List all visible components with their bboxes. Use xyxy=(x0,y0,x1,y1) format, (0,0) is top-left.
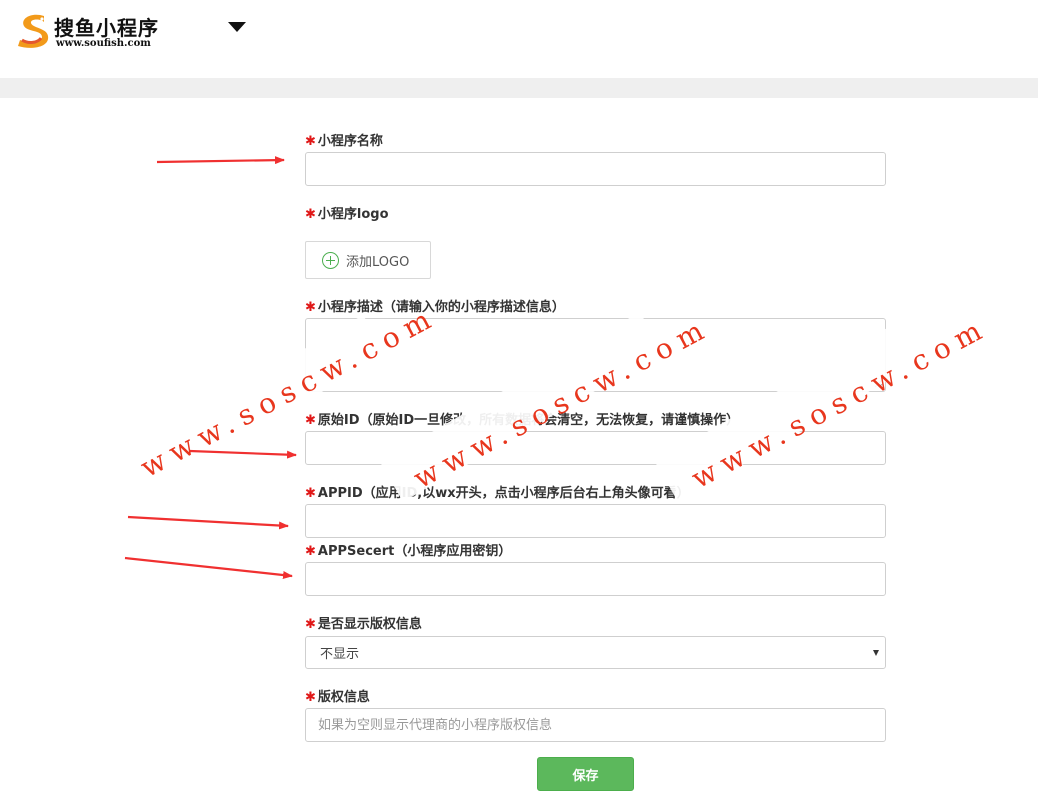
copyright-label: ✱ 版权信息 xyxy=(305,690,370,705)
plus-circle-icon xyxy=(322,251,339,269)
required-mark: ✱ xyxy=(305,486,316,501)
fish-logo-icon xyxy=(18,14,49,48)
logo-label: ✱ 小程序logo xyxy=(305,207,389,222)
appid-label: ✱ APPID（应用ID,以wx开头，点击小程序后台右上角头像可看） xyxy=(305,486,690,501)
name-input[interactable] xyxy=(305,152,886,186)
show-copyright-select[interactable]: 不显示 xyxy=(305,636,886,669)
caret-down-icon[interactable] xyxy=(228,22,246,32)
resize-grip-icon[interactable] xyxy=(873,378,883,388)
original-id-label: ✱ 原始ID（原始ID一旦修改，所有数据将会清空，无法恢复，请谨慎操作） xyxy=(305,413,740,428)
show-copyright-label: ✱ 是否显示版权信息 xyxy=(305,617,422,632)
brand-url: www.soufish.com xyxy=(56,38,151,49)
description-textarea[interactable] xyxy=(305,318,886,392)
required-mark: ✱ xyxy=(305,617,316,632)
arrow-icon xyxy=(156,156,285,165)
required-mark: ✱ xyxy=(305,690,316,705)
annotation-overlay: www.soscw.com www.soscw.com www.soscw.co… xyxy=(0,0,1038,801)
description-label: ✱ 小程序描述（请输入你的小程序描述信息） xyxy=(305,300,565,315)
top-header: 搜鱼小程序 www.soufish.com xyxy=(0,0,1038,78)
add-logo-label: 添加LOGO xyxy=(346,254,410,270)
appid-input[interactable] xyxy=(305,504,886,538)
arrow-icon xyxy=(189,449,297,459)
arrow-icon xyxy=(127,515,289,530)
name-label: ✱ 小程序名称 xyxy=(305,134,383,149)
original-id-input[interactable] xyxy=(305,431,886,465)
required-mark: ✱ xyxy=(305,134,316,149)
header-divider xyxy=(0,78,1038,98)
show-copyright-selected: 不显示 xyxy=(320,647,360,662)
appsecret-label: ✱ APPSecert（小程序应用密钥） xyxy=(305,544,512,559)
required-mark: ✱ xyxy=(305,207,316,222)
arrow-annotations xyxy=(124,156,297,580)
arrow-icon xyxy=(124,556,293,580)
brand-logo[interactable]: 搜鱼小程序 www.soufish.com xyxy=(14,10,164,52)
brand-name: 搜鱼小程序 xyxy=(54,16,159,40)
required-mark: ✱ xyxy=(305,413,316,428)
copyright-input[interactable] xyxy=(305,708,886,742)
save-button[interactable]: 保存 xyxy=(537,757,634,791)
chevron-down-icon xyxy=(873,650,879,656)
required-mark: ✱ xyxy=(305,300,316,315)
required-mark: ✱ xyxy=(305,544,316,559)
appsecret-input[interactable] xyxy=(305,562,886,596)
add-logo-button[interactable]: 添加LOGO xyxy=(305,241,431,279)
